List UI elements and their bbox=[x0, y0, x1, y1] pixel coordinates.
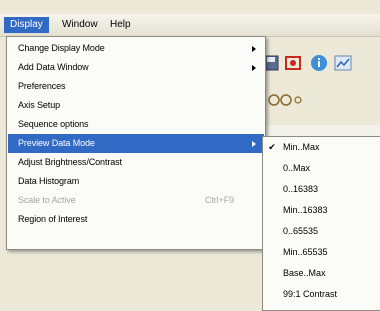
display-menu: Change Display Mode Add Data Window Pref… bbox=[6, 36, 266, 250]
menu-item-region-of-interest[interactable]: Region of Interest bbox=[8, 210, 264, 229]
submenu-item-label: 0..16383 bbox=[283, 184, 319, 194]
menu-item-axis-setup[interactable]: Axis Setup bbox=[8, 96, 264, 115]
menu-item-preferences[interactable]: Preferences bbox=[8, 77, 264, 96]
submenu-item-label: Min..65535 bbox=[283, 247, 328, 257]
submenu-arrow-icon bbox=[252, 141, 256, 147]
submenu-item-base-max[interactable]: Base..Max bbox=[263, 264, 380, 283]
menu-item-label: Add Data Window bbox=[18, 62, 89, 72]
menu-item-adjust-brightness-contrast[interactable]: Adjust Brightness/Contrast bbox=[8, 153, 264, 172]
submenu-item-0-16383[interactable]: 0..16383 bbox=[263, 180, 380, 199]
menu-item-label: Sequence options bbox=[18, 119, 89, 129]
submenu-item-0-65535[interactable]: 0..65535 bbox=[263, 222, 380, 241]
menu-window[interactable]: Window bbox=[56, 17, 104, 33]
menu-item-label: Axis Setup bbox=[18, 100, 61, 110]
menu-item-label: Preferences bbox=[18, 81, 66, 91]
menu-item-data-histogram[interactable]: Data Histogram bbox=[8, 172, 264, 191]
menu-item-shortcut: Ctrl+F9 bbox=[204, 195, 234, 205]
toolbar-secondary bbox=[262, 82, 322, 112]
menu-item-add-data-window[interactable]: Add Data Window bbox=[8, 58, 264, 77]
menu-item-label: Scale to Active bbox=[18, 195, 76, 205]
submenu-item-label: Min..16383 bbox=[283, 205, 328, 215]
menu-item-scale-to-active: Scale to Active Ctrl+F9 bbox=[8, 191, 264, 210]
menubar: Display Window Help bbox=[0, 14, 380, 37]
menu-item-label: Region of Interest bbox=[18, 214, 88, 224]
submenu-item-min-65535[interactable]: Min..65535 bbox=[263, 243, 380, 262]
submenu-arrow-icon bbox=[252, 65, 256, 71]
menu-item-label: Preview Data Mode bbox=[18, 138, 95, 148]
submenu-item-label: 0..Max bbox=[283, 163, 311, 173]
submenu-item-0-max[interactable]: 0..Max bbox=[263, 159, 380, 178]
record-icon[interactable] bbox=[284, 54, 302, 72]
toolbar bbox=[262, 40, 380, 78]
menu-item-preview-data-mode[interactable]: Preview Data Mode bbox=[8, 134, 264, 153]
submenu-item-min-16383[interactable]: Min..16383 bbox=[263, 201, 380, 220]
menu-item-change-display-mode[interactable]: Change Display Mode bbox=[8, 39, 264, 58]
preview-data-mode-submenu: ✔ Min..Max 0..Max 0..16383 Min..16383 0.… bbox=[262, 136, 380, 311]
checkmark-icon: ✔ bbox=[268, 142, 276, 152]
menu-item-label: Change Display Mode bbox=[18, 43, 105, 53]
submenu-item-min-max[interactable]: ✔ Min..Max bbox=[263, 138, 380, 157]
submenu-arrow-icon bbox=[252, 46, 256, 52]
binoculars-icon[interactable] bbox=[268, 88, 302, 106]
submenu-item-label: Base..Max bbox=[283, 268, 326, 278]
submenu-item-label: 0..65535 bbox=[283, 226, 319, 236]
menu-item-sequence-options[interactable]: Sequence options bbox=[8, 115, 264, 134]
menu-item-label: Adjust Brightness/Contrast bbox=[18, 157, 122, 167]
submenu-item-99-1-contrast[interactable]: 99:1 Contrast bbox=[263, 285, 380, 304]
menu-help[interactable]: Help bbox=[104, 17, 137, 33]
chart-icon[interactable] bbox=[334, 54, 352, 72]
menu-item-label: Data Histogram bbox=[18, 176, 80, 186]
info-icon[interactable] bbox=[310, 54, 328, 72]
submenu-item-label: Min..Max bbox=[283, 142, 320, 152]
menu-display[interactable]: Display bbox=[4, 17, 49, 33]
submenu-item-label: 99:1 Contrast bbox=[283, 289, 338, 299]
